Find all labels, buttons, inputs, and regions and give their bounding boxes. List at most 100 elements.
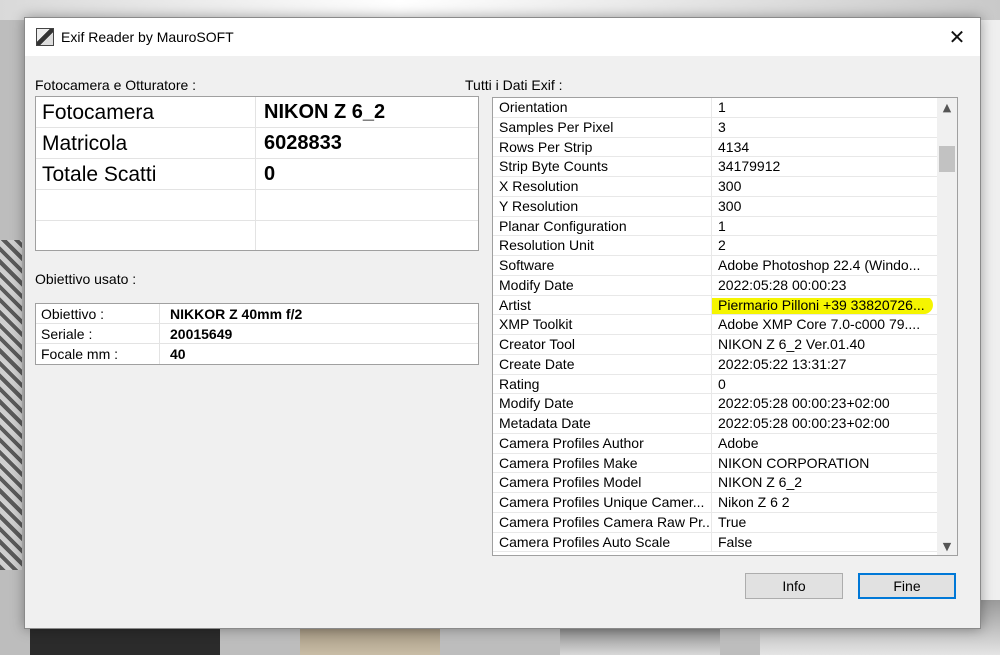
title-bar[interactable]: Exif Reader by MauroSOFT ✕: [25, 18, 980, 56]
exif-row[interactable]: Camera Profiles Model NIKON Z 6_2: [493, 473, 957, 493]
lens-row-value: NIKKOR Z 40mm f/2: [170, 306, 303, 322]
fine-button[interactable]: Fine: [858, 573, 956, 599]
exif-row-value: True: [718, 513, 747, 530]
exif-row-key: XMP Toolkit: [493, 315, 712, 334]
exif-section-label: Tutti i Dati Exif :: [465, 77, 563, 93]
exif-row-key: Modify Date: [493, 275, 712, 295]
exif-row[interactable]: Camera Profiles Camera Raw Pr... True: [493, 512, 957, 533]
camera-row-key: Totale Scatti: [36, 159, 256, 189]
exif-row-value: 300: [718, 197, 742, 214]
exif-row[interactable]: Samples Per Pixel 3: [493, 117, 957, 138]
exif-row-key: Y Resolution: [493, 196, 712, 216]
exif-row-key: Camera Profiles Camera Raw Pr...: [493, 512, 712, 532]
exif-row-value: 1: [718, 217, 726, 234]
exif-row-value: 2022:05:28 00:00:23+02:00: [718, 395, 890, 412]
exif-row-key: Camera Profiles Model: [493, 473, 712, 492]
scroll-down-icon[interactable]: ▼: [937, 537, 957, 555]
exif-row[interactable]: Creator Tool NIKON Z 6_2 Ver.01.40: [493, 335, 957, 355]
camera-section-label: Fotocamera e Otturatore :: [35, 77, 197, 93]
exif-row-value: 2022:05:28 00:00:23+02:00: [718, 415, 890, 431]
exif-row-key: Camera Profiles Make: [493, 453, 712, 473]
camera-row-value: 0: [264, 163, 276, 185]
camera-row: [36, 190, 478, 221]
exif-row[interactable]: Camera Profiles Auto Scale False: [493, 532, 957, 553]
exif-row[interactable]: Modify Date 2022:05:28 00:00:23: [493, 275, 957, 296]
exif-row-value: 0: [718, 375, 726, 392]
exif-row[interactable]: Create Date 2022:05:22 13:31:27: [493, 354, 957, 375]
exif-row[interactable]: Modify Date 2022:05:28 00:00:23+02:00: [493, 394, 957, 414]
camera-row: [36, 221, 478, 250]
exif-row[interactable]: Artist Piermario Pilloni +39 33820726...: [493, 295, 957, 316]
exif-row[interactable]: Orientation 1: [493, 98, 957, 118]
exif-rows: Orientation 1 Samples Per Pixel 3 Rows Per S…: [493, 98, 957, 553]
camera-row-key: Fotocamera: [36, 97, 256, 127]
exif-row-key: Rows Per Strip: [493, 137, 712, 157]
exif-row-value: 300: [718, 178, 742, 194]
exif-row-value: Nikon Z 6 2: [718, 494, 790, 510]
lens-row-value: 40: [170, 346, 186, 362]
exif-row-key: Artist: [493, 295, 712, 315]
exif-row-key: Metadata Date: [493, 414, 712, 433]
exif-data-list[interactable]: Orientation 1 Samples Per Pixel 3 Rows Per S…: [492, 97, 958, 556]
exif-row-key: Samples Per Pixel: [493, 117, 712, 137]
exif-row-value: 1: [718, 99, 726, 115]
close-icon[interactable]: ✕: [934, 18, 980, 56]
exif-row-key: Create Date: [493, 354, 712, 374]
exif-row-key: Rating: [493, 374, 712, 394]
exif-row-key: Creator Tool: [493, 335, 712, 354]
camera-row-key: [36, 221, 256, 250]
exif-row-value: Adobe XMP Core 7.0-c000 79....: [718, 316, 921, 333]
exif-row-key: Modify Date: [493, 394, 712, 413]
exif-row[interactable]: Camera Profiles Author Adobe: [493, 433, 957, 454]
exif-row-key: Planar Configuration: [493, 216, 712, 236]
app-icon: [36, 28, 54, 46]
exif-row-value: Piermario Pilloni +39 33820726...: [712, 295, 933, 315]
lens-row-key: Obiettivo :: [36, 304, 160, 323]
exif-row[interactable]: XMP Toolkit Adobe XMP Core 7.0-c000 79...…: [493, 315, 957, 335]
lens-row: Obiettivo : NIKKOR Z 40mm f/2: [36, 304, 478, 324]
exif-row[interactable]: Y Resolution 300: [493, 196, 957, 217]
exif-row-key: Orientation: [493, 98, 712, 117]
exif-row-value: 2022:05:22 13:31:27: [718, 355, 847, 372]
scroll-up-icon[interactable]: ▲: [937, 98, 957, 116]
exif-row[interactable]: Planar Configuration 1: [493, 216, 957, 237]
camera-row-value: [256, 221, 478, 250]
camera-row-value: [256, 190, 478, 220]
camera-row: Totale Scatti 0: [36, 159, 478, 190]
exif-row-key: Strip Byte Counts: [493, 157, 712, 176]
camera-row: Matricola 6028833: [36, 128, 478, 159]
exif-row-key: Camera Profiles Author: [493, 433, 712, 453]
exif-row[interactable]: Strip Byte Counts 34179912: [493, 157, 957, 177]
exif-row-value: NIKON CORPORATION: [718, 454, 870, 471]
exif-row[interactable]: Software Adobe Photoshop 22.4 (Windo...: [493, 256, 957, 276]
exif-row-key: Camera Profiles Unique Camer...: [493, 493, 712, 512]
exif-row-key: Software: [493, 256, 712, 275]
exif-row-key: X Resolution: [493, 177, 712, 196]
lens-row-value: 20015649: [170, 326, 233, 342]
exif-row[interactable]: Rows Per Strip 4134: [493, 137, 957, 158]
info-button[interactable]: Info: [745, 573, 843, 599]
exif-row-key: Resolution Unit: [493, 236, 712, 255]
exif-row[interactable]: X Resolution 300: [493, 177, 957, 197]
camera-row: Fotocamera NIKON Z 6_2: [36, 97, 478, 128]
exif-row[interactable]: Camera Profiles Unique Camer... Nikon Z 6…: [493, 493, 957, 513]
exif-row[interactable]: Metadata Date 2022:05:28 00:00:23+02:00: [493, 414, 957, 434]
lens-row-key: Focale mm :: [36, 344, 160, 364]
exif-list-scrollbar[interactable]: ▲ ▼: [937, 98, 957, 555]
exif-row[interactable]: Resolution Unit 2: [493, 236, 957, 256]
exif-row-value: 2022:05:28 00:00:23: [718, 276, 847, 293]
camera-row-key: [36, 190, 256, 220]
exif-reader-window: Exif Reader by MauroSOFT ✕ Fotocamera e …: [24, 17, 981, 629]
exif-row[interactable]: Camera Profiles Make NIKON CORPORATION: [493, 453, 957, 474]
exif-row-value: Adobe: [718, 434, 759, 451]
exif-row-key: Camera Profiles Auto Scale: [493, 532, 712, 552]
exif-row[interactable]: Rating 0: [493, 374, 957, 395]
lens-info-table: Obiettivo : NIKKOR Z 40mm f/2 Seriale : 200…: [35, 303, 479, 365]
exif-row-value: 4134: [718, 138, 750, 155]
exif-row-value: 3: [718, 118, 726, 135]
exif-row-value: 34179912: [718, 158, 781, 175]
scroll-thumb[interactable]: [939, 146, 955, 172]
exif-row-value: Adobe Photoshop 22.4 (Windo...: [718, 257, 921, 273]
camera-row-value: NIKON Z 6_2: [264, 101, 386, 123]
camera-info-table: Fotocamera NIKON Z 6_2 Matricola 6028833 Tot…: [35, 96, 479, 251]
